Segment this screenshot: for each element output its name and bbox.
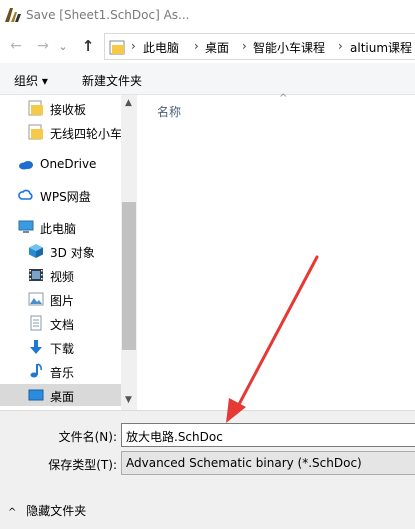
sidebar-item-downloads[interactable]: 下载 — [0, 336, 121, 358]
window-title: Save [Sheet1.SchDoc] As... — [26, 8, 190, 22]
sidebar-item-label: 3D 对象 — [50, 246, 95, 260]
back-arrow-icon: ← — [10, 38, 22, 54]
sidebar-item-pictures[interactable]: 图片 — [0, 288, 121, 310]
sidebar-item-videos[interactable]: 视频 — [0, 264, 121, 286]
sidebar-item-label: 图片 — [50, 294, 75, 308]
breadcrumb-separator: › — [131, 39, 136, 53]
scroll-up-icon[interactable]: ▲ — [125, 98, 132, 108]
forward-arrow-icon: → — [37, 38, 49, 54]
file-list[interactable]: ^ 名称 — [137, 93, 415, 410]
filename-input[interactable]: 放大电路.SchDoc — [121, 423, 415, 447]
recent-locations-button[interactable]: ⌄ — [56, 36, 70, 56]
breadcrumb-separator: › — [194, 39, 199, 53]
document-icon — [30, 315, 42, 331]
hide-folders-label: 隐藏文件夹 — [26, 504, 87, 518]
folder-icon — [109, 40, 125, 55]
address-bar[interactable]: › 此电脑 › 桌面 › 智能小车课程 › altium课程 — [104, 33, 415, 60]
sidebar-item-label: 下载 — [50, 342, 75, 356]
title-bar: Save [Sheet1.SchDoc] As... — [0, 0, 415, 30]
sidebar-item-label: 视频 — [50, 270, 75, 284]
up-button[interactable]: ↑ — [78, 36, 98, 56]
video-icon — [29, 269, 43, 281]
sidebar-item-documents[interactable]: 文档 — [0, 312, 121, 334]
sidebar-item-label: 音乐 — [50, 366, 75, 380]
sidebar-item-label: 无线四轮小车 — [50, 127, 121, 141]
folder-icon — [28, 100, 43, 116]
breadcrumb-altium[interactable]: altium课程 — [350, 39, 412, 56]
cube-icon — [29, 244, 43, 258]
sidebar-item-music[interactable]: 音乐 — [0, 360, 121, 382]
organize-button[interactable]: 组织 ▾ — [14, 72, 48, 89]
sidebar-item-onedrive[interactable]: OneDrive — [0, 153, 121, 175]
scroll-thumb[interactable] — [122, 202, 136, 350]
download-icon — [30, 340, 42, 354]
picture-icon — [28, 292, 44, 306]
sidebar-item-label: 接收板 — [50, 103, 87, 117]
sidebar-scrollbar[interactable]: ▲ ▼ — [121, 95, 137, 410]
filetype-label: 保存类型(T): — [48, 458, 117, 472]
chevron-up-icon: ^ — [8, 507, 17, 518]
wps-cloud-icon — [18, 189, 33, 200]
breadcrumb-course[interactable]: 智能小车课程 — [253, 39, 325, 56]
sidebar-item-wireless-car[interactable]: 无线四轮小车 — [0, 121, 121, 143]
sidebar-item-receiver-board[interactable]: 接收板 — [0, 97, 121, 119]
sidebar-item-label: OneDrive — [40, 157, 97, 171]
sidebar-item-3d-objects[interactable]: 3D 对象 — [0, 240, 121, 262]
back-button[interactable]: ← — [6, 36, 26, 56]
filename-label: 文件名(N): — [58, 430, 117, 444]
sidebar-item-desktop[interactable]: 桌面 — [0, 384, 121, 406]
breadcrumb-separator: › — [338, 39, 343, 53]
computer-icon — [18, 220, 34, 233]
breadcrumb-desktop[interactable]: 桌面 — [205, 39, 229, 56]
navigation-pane: 接收板 无线四轮小车 OneDrive WPS网盘 此电脑 3D 对象 视频 图… — [0, 95, 121, 410]
chevron-down-icon: ⌄ — [58, 39, 68, 53]
up-arrow-icon: ↑ — [81, 37, 95, 55]
dialog-footer: ^ 隐藏文件夹 — [0, 494, 415, 529]
sidebar-item-this-pc[interactable]: 此电脑 — [0, 216, 121, 238]
new-folder-button[interactable]: 新建文件夹 — [82, 72, 142, 89]
sort-ascending-icon: ^ — [279, 93, 288, 104]
cloud-icon — [19, 161, 33, 170]
desktop-icon — [28, 389, 44, 401]
column-header-name[interactable]: 名称 — [157, 103, 181, 120]
music-icon — [30, 363, 42, 378]
sidebar-item-label: 此电脑 — [40, 222, 77, 236]
breadcrumb-computer[interactable]: 此电脑 — [143, 39, 179, 56]
sidebar-item-label: 文档 — [50, 318, 75, 332]
sidebar-item-wps-cloud[interactable]: WPS网盘 — [0, 184, 121, 206]
navigation-bar: ← → ⌄ ↑ › 此电脑 › 桌面 › 智能小车课程 › altium课程 — [0, 30, 415, 63]
sidebar-item-label: WPS网盘 — [40, 190, 91, 204]
sidebar-item-label: 桌面 — [50, 390, 75, 404]
forward-button[interactable]: → — [33, 36, 53, 56]
hide-folders-button[interactable]: ^ 隐藏文件夹 — [8, 502, 86, 519]
command-toolbar: 组织 ▾ 新建文件夹 — [0, 63, 415, 95]
filetype-select[interactable]: Advanced Schematic binary (*.SchDoc) — [121, 451, 415, 475]
scroll-down-icon[interactable]: ▼ — [125, 395, 132, 405]
save-form: 文件名(N): 放大电路.SchDoc 保存类型(T): Advanced Sc… — [0, 410, 415, 494]
breadcrumb-separator: › — [242, 39, 247, 53]
altium-app-icon — [5, 8, 21, 22]
folder-icon — [28, 124, 43, 140]
